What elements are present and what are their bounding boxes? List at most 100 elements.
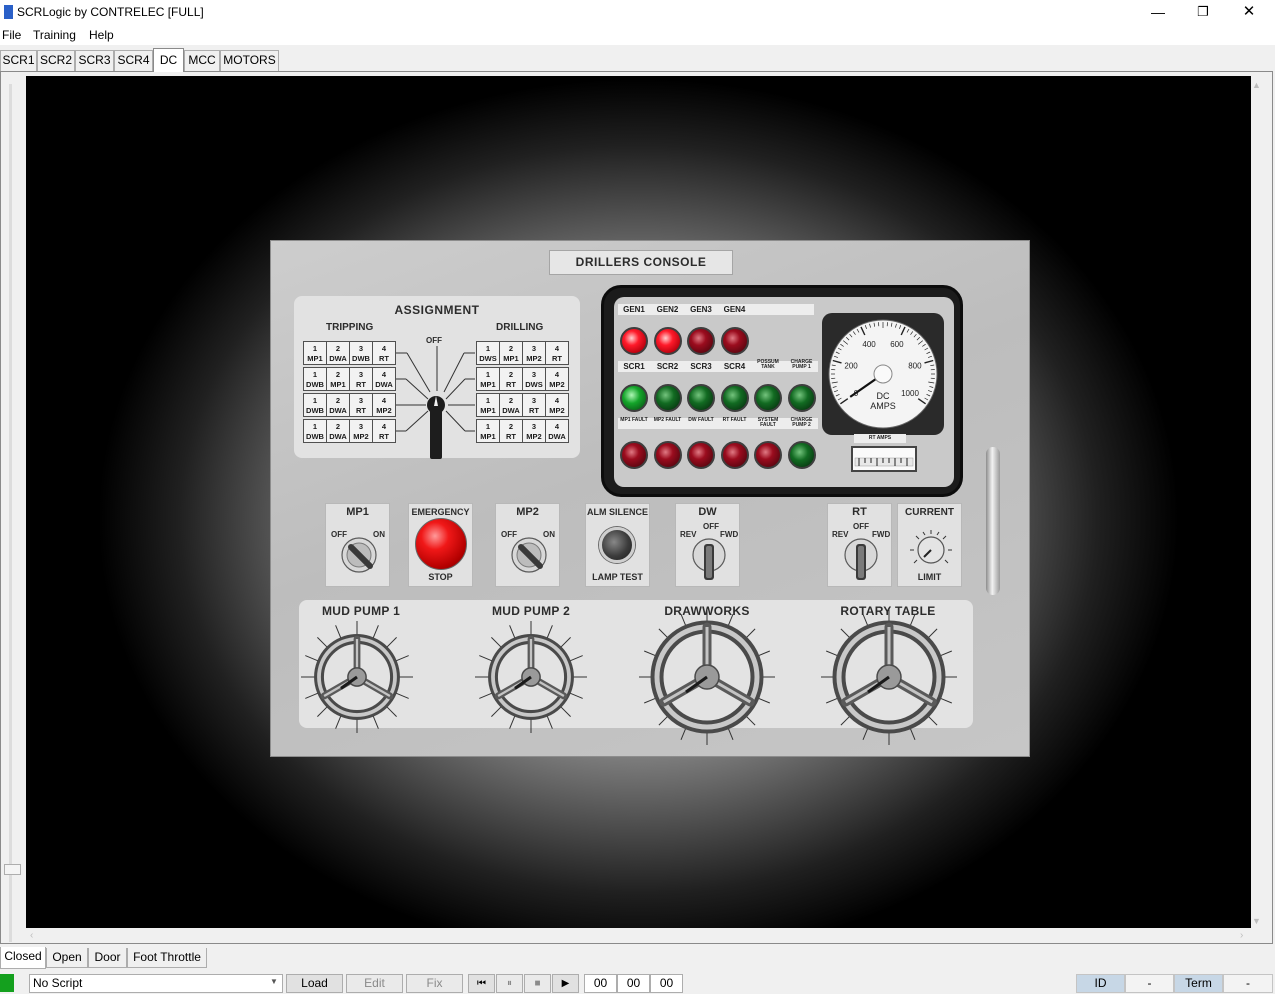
tab-scr2[interactable]: SCR2 [37, 50, 75, 71]
assignment-cell: 1 DWB [304, 394, 327, 416]
throttle-wheel-1[interactable] [297, 617, 417, 737]
fix-button[interactable]: Fix [406, 974, 463, 993]
scr-lamp [720, 384, 749, 412]
chevron-down-icon[interactable]: ▼ [270, 977, 278, 986]
tab-closed[interactable]: Closed [0, 947, 46, 969]
throttle-wheel-3[interactable] [635, 605, 779, 749]
close-button[interactable]: ✕ [1226, 0, 1272, 25]
tab-dc[interactable]: DC [153, 48, 184, 72]
scr-lamp [620, 384, 648, 412]
annunciator-panel: GEN1 GEN2 GEN3 GEN4 SCR1 SCR2 SCR3 SCR4 POSSUM T… [614, 297, 954, 487]
assignment-cell: 4 MP2 [376, 396, 392, 415]
lamp-label: SYSTEM FAULT [757, 417, 779, 428]
app-window: SCRLogic by CONTRELEC [FULL] — ❐ ✕ File … [0, 0, 1275, 994]
stop-icon[interactable]: ■ [524, 974, 551, 993]
scroll-down-arrow-icon[interactable]: ▼ [1252, 916, 1261, 926]
mp1-toggle-switch[interactable] [340, 536, 378, 574]
lamp-label: POSSUM TANK [757, 359, 779, 370]
lamp-label: SCR3 [690, 362, 712, 371]
mp1-switch-title: MP1 [346, 506, 369, 518]
gen-lamp [720, 327, 749, 355]
fault-lamp [754, 441, 782, 469]
lamp-label: MP1 FAULT [620, 417, 648, 423]
assignment-cell: 4 RT [552, 344, 562, 363]
play-icon[interactable]: ▶ [552, 974, 579, 993]
lamp-label: GEN4 [723, 305, 746, 314]
lamp-label: DW FAULT [688, 417, 714, 423]
script-select[interactable]: No Script [29, 974, 283, 993]
scroll-track [9, 84, 12, 942]
gauge-unit-line2: AMPS [870, 401, 896, 411]
scroll-right-arrow-icon[interactable]: › [1240, 930, 1243, 941]
lamp-label: SCR4 [723, 362, 746, 371]
assignment-cell: 3 RT [350, 368, 373, 390]
current-limit-knob[interactable] [906, 524, 956, 570]
gauge-unit-line1: DC [877, 391, 890, 401]
lamp-label: SCR1 [623, 362, 645, 371]
rt-switch-box: RT OFF REV FWD [827, 503, 892, 587]
assignment-selector-knob[interactable] [427, 394, 445, 460]
app-icon [4, 5, 13, 19]
assignment-cell: 3 MP2 [523, 342, 546, 364]
scroll-up-arrow-icon[interactable]: ▲ [1252, 80, 1261, 90]
script-bar: No Script ▼ Load Edit Fix ⏮ ⏸ ■ ▶ 00 00 … [0, 972, 1275, 994]
rt-switch-title: RT [852, 506, 867, 518]
rt-amps-meter [851, 446, 917, 472]
load-button[interactable]: Load [286, 974, 343, 993]
assignment-cell: 4 RT [379, 422, 389, 441]
time-minutes: 00 [617, 974, 650, 993]
rewind-icon[interactable]: ⏮ [468, 974, 495, 993]
alarm-silence-button[interactable] [599, 527, 635, 563]
tab-open[interactable]: Open [46, 948, 88, 968]
tab-mcc[interactable]: MCC [184, 50, 220, 71]
assignment-cell: 3 DWB [350, 342, 373, 364]
assignment-panel: ASSIGNMENT TRIPPING DRILLING OFF 1 MP1 2… [294, 296, 580, 460]
menu-file[interactable]: File [2, 28, 21, 42]
maximize-button[interactable]: ❐ [1180, 0, 1226, 25]
throttle-wheel-2[interactable] [471, 617, 591, 737]
assignment-cell: 1 DWB [304, 368, 327, 390]
edit-button[interactable]: Edit [346, 974, 403, 993]
tab-scr4[interactable]: SCR4 [114, 50, 153, 71]
minimize-button[interactable]: — [1135, 0, 1181, 25]
fault-lamp [620, 441, 648, 469]
scroll-left-arrow-icon[interactable]: ‹ [30, 930, 33, 941]
scroll-thumb[interactable] [4, 864, 21, 875]
lamp-label: CHARGE PUMP 1 [790, 359, 813, 370]
throttle-wheel-4[interactable] [817, 605, 961, 749]
assignment-cell: 1 DWB [304, 420, 327, 442]
dw-selector-switch[interactable] [690, 538, 728, 582]
gauge-scale-label: 200 [844, 362, 858, 371]
tab-strip: SCR1 SCR2 SCR3 SCR4 DC MCC MOTORS [0, 48, 1275, 72]
alm-silence-box: ALM SILENCE LAMP TEST [585, 503, 650, 587]
tab-door[interactable]: Door [88, 948, 127, 968]
mp2-toggle-switch[interactable] [510, 536, 548, 574]
vertical-scrollbar[interactable] [4, 84, 21, 942]
pause-icon[interactable]: ⏸ [496, 974, 523, 993]
tripping-row: 1 DWB 2 DWA 3 RT 4 MP2 [303, 393, 396, 417]
current-limit-box: CURRENT LIMIT [897, 503, 962, 587]
scr-lamp [687, 384, 715, 412]
tripping-row: 1 DWB 2 DWA 3 MP2 4 RT [303, 419, 396, 443]
menu-training[interactable]: Training [33, 28, 76, 42]
gen-lamp [687, 327, 715, 355]
tab-scr3[interactable]: SCR3 [75, 50, 114, 71]
tab-motors[interactable]: MOTORS [220, 50, 279, 71]
assignment-cell: 4 RT [379, 344, 389, 363]
emergency-stop-button[interactable] [415, 518, 467, 570]
drillers-console: DRILLERS CONSOLE ASSIGNMENT TRIPPING DRI… [270, 240, 1030, 757]
drilling-row: 1 MP1 2 DWA 3 RT 4 MP2 [476, 393, 569, 417]
scr-lamp [754, 384, 782, 412]
tab-scr1[interactable]: SCR1 [0, 50, 37, 71]
throttle-title-mud-pump-2: MUD PUMP 2 [491, 604, 571, 618]
current-limit-bottom-label: LIMIT [917, 572, 942, 582]
fault-lamp [687, 441, 715, 469]
lamp-label: RT FAULT [722, 417, 747, 423]
rt-selector-switch[interactable] [842, 538, 880, 582]
menu-help[interactable]: Help [89, 28, 114, 42]
estop-title: EMERGENCY [411, 507, 470, 517]
scr-lamp [787, 384, 816, 412]
tab-foot-throttle[interactable]: Foot Throttle [127, 948, 207, 968]
term-value: - [1223, 974, 1273, 993]
throttle-panel: MUD PUMP 1 MUD PUMP 2 DRAWWORKS ROTARY T… [299, 600, 973, 745]
